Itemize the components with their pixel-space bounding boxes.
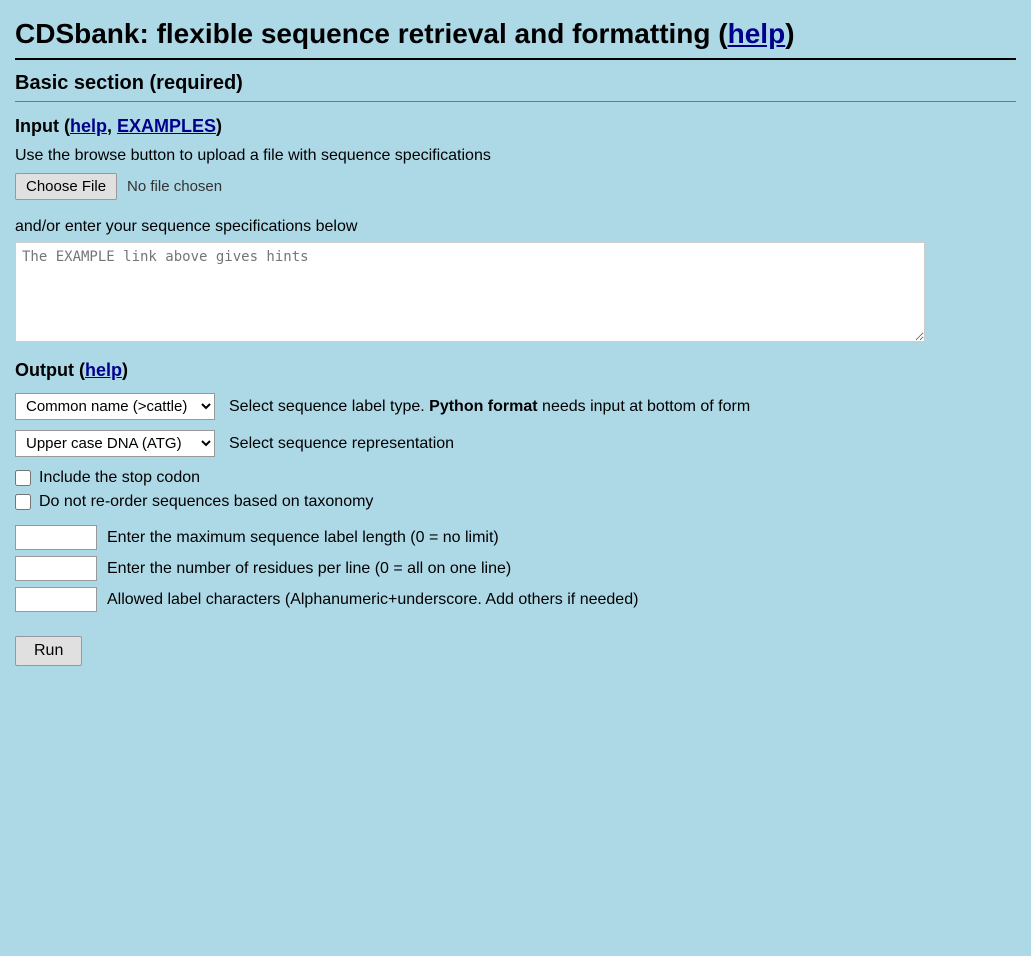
- textarea-description: and/or enter your sequence specification…: [15, 218, 1016, 236]
- output-label-suffix: ): [122, 360, 128, 380]
- run-button-container: Run: [15, 618, 1016, 666]
- sequence-representation-desc: Select sequence representation: [229, 435, 454, 453]
- input-examples-link[interactable]: EXAMPLES: [117, 116, 216, 136]
- upload-description: Use the browse button to upload a file w…: [15, 147, 1016, 165]
- input-label-comma: ,: [107, 116, 117, 136]
- input-label-suffix: ): [216, 116, 222, 136]
- output-section-label: Output (help): [15, 360, 1016, 381]
- page-title: CDSbank: flexible sequence retrieval and…: [15, 18, 1016, 50]
- reorder-row: Do not re-order sequences based on taxon…: [15, 493, 1016, 511]
- run-button[interactable]: Run: [15, 636, 82, 666]
- residues-per-line-desc: Enter the number of residues per line (0…: [107, 560, 511, 578]
- output-help-link[interactable]: help: [85, 360, 122, 380]
- input-section-label: Input (help, EXAMPLES): [15, 116, 1016, 137]
- select1-desc-suffix: needs input at bottom of form: [538, 398, 751, 415]
- reorder-label: Do not re-order sequences based on taxon…: [39, 493, 373, 511]
- title-prefix: CDSbank: flexible sequence retrieval and…: [15, 18, 728, 49]
- sequence-input[interactable]: [15, 242, 925, 342]
- select1-desc-prefix: Select sequence label type.: [229, 398, 429, 415]
- output-label-prefix: Output (: [15, 360, 85, 380]
- basic-section-heading: Basic section (required): [15, 72, 1016, 95]
- title-help-link[interactable]: help: [728, 18, 786, 49]
- allowed-chars-row: A-z0-9_ Allowed label characters (Alphan…: [15, 587, 1016, 612]
- checkboxes-section: Include the stop codon Do not re-order s…: [15, 469, 1016, 511]
- sequence-representation-row: Upper case DNA (ATG) Lower case DNA (atg…: [15, 430, 1016, 457]
- allowed-chars-desc: Allowed label characters (Alphanumeric+u…: [107, 591, 638, 609]
- sequence-representation-select[interactable]: Upper case DNA (ATG) Lower case DNA (atg…: [15, 430, 215, 457]
- max-label-length-input[interactable]: 0: [15, 525, 97, 550]
- stop-codon-label: Include the stop codon: [39, 469, 200, 487]
- stop-codon-row: Include the stop codon: [15, 469, 1016, 487]
- number-fields-section: 0 Enter the maximum sequence label lengt…: [15, 525, 1016, 612]
- stop-codon-checkbox[interactable]: [15, 470, 31, 486]
- max-label-length-row: 0 Enter the maximum sequence label lengt…: [15, 525, 1016, 550]
- label-type-row: Common name (>cattle) Scientific name Ge…: [15, 393, 1016, 420]
- select1-desc-bold: Python format: [429, 398, 537, 415]
- allowed-chars-input[interactable]: A-z0-9_: [15, 587, 97, 612]
- choose-file-button[interactable]: Choose File: [15, 173, 117, 200]
- label-type-select[interactable]: Common name (>cattle) Scientific name Ge…: [15, 393, 215, 420]
- label-type-desc: Select sequence label type. Python forma…: [229, 398, 750, 416]
- residues-per-line-row: 75 Enter the number of residues per line…: [15, 556, 1016, 581]
- title-suffix: ): [785, 18, 794, 49]
- file-upload-row: Choose File No file chosen: [15, 173, 1016, 200]
- input-label-prefix: Input (: [15, 116, 70, 136]
- reorder-checkbox[interactable]: [15, 494, 31, 510]
- input-help-link[interactable]: help: [70, 116, 107, 136]
- no-file-label: No file chosen: [127, 178, 222, 195]
- residues-per-line-input[interactable]: 75: [15, 556, 97, 581]
- max-label-length-desc: Enter the maximum sequence label length …: [107, 529, 499, 547]
